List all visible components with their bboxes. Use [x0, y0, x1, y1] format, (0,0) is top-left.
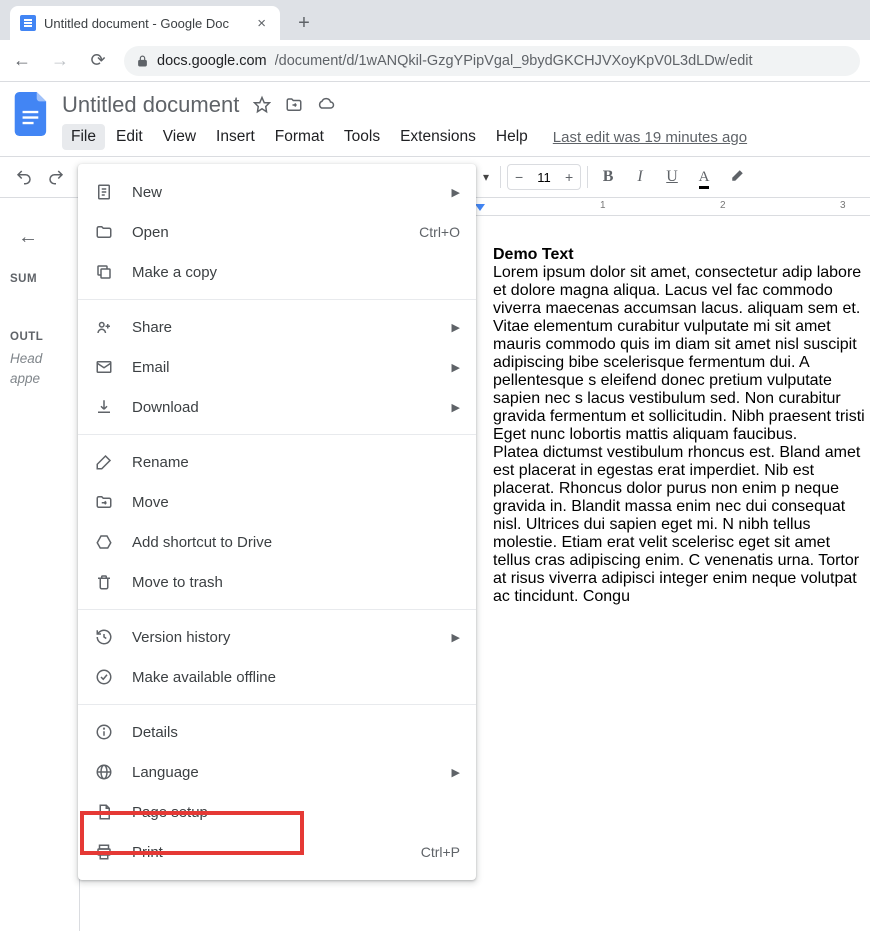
- address-bar: ← → ⟳ docs.google.com/document/d/1wANQki…: [0, 40, 870, 82]
- menu-file[interactable]: File: [62, 124, 105, 150]
- browser-tab[interactable]: Untitled document - Google Doc ×: [10, 6, 280, 40]
- nav-reload-icon[interactable]: ⟳: [86, 50, 110, 71]
- drive-shortcut-icon: [94, 532, 114, 552]
- trash-icon: [94, 572, 114, 592]
- outline-back-icon[interactable]: ←: [18, 226, 71, 249]
- menu-offline[interactable]: Make available offline: [78, 657, 476, 697]
- menu-trash[interactable]: Move to trash: [78, 562, 476, 602]
- new-tab-button[interactable]: +: [290, 9, 318, 37]
- menu-bar: File Edit View Insert Format Tools Exten…: [62, 120, 858, 156]
- menu-share[interactable]: Share ▶: [78, 307, 476, 347]
- menu-language[interactable]: Language ▶: [78, 752, 476, 792]
- globe-icon: [94, 762, 114, 782]
- italic-button[interactable]: I: [626, 163, 654, 191]
- nav-back-icon[interactable]: ←: [10, 50, 34, 71]
- move-icon: [94, 492, 114, 512]
- doc-title-input[interactable]: Untitled document: [62, 92, 239, 118]
- url-input[interactable]: docs.google.com/document/d/1wANQkil-GzgY…: [124, 46, 860, 76]
- menu-help[interactable]: Help: [487, 124, 537, 150]
- menu-view[interactable]: View: [154, 124, 205, 150]
- menu-tools[interactable]: Tools: [335, 124, 389, 150]
- email-icon: [94, 357, 114, 377]
- last-edit-link[interactable]: Last edit was 19 minutes ago: [553, 129, 747, 146]
- undo-button[interactable]: [10, 163, 38, 191]
- page-setup-icon: [94, 802, 114, 822]
- share-icon: [94, 317, 114, 337]
- submenu-arrow-icon: ▶: [452, 321, 460, 334]
- tab-close-icon[interactable]: ×: [253, 15, 270, 32]
- menu-page-setup[interactable]: Page setup: [78, 792, 476, 832]
- menu-new[interactable]: New ▶: [78, 172, 476, 212]
- copy-icon: [94, 262, 114, 282]
- browser-tab-strip: Untitled document - Google Doc × +: [0, 0, 870, 40]
- outline-panel: ← SUM OUTL Head appe: [0, 198, 80, 931]
- menu-edit[interactable]: Edit: [107, 124, 152, 150]
- summary-heading: SUM: [10, 273, 71, 285]
- menu-extensions[interactable]: Extensions: [391, 124, 485, 150]
- highlight-button[interactable]: [722, 163, 750, 191]
- offline-icon: [94, 667, 114, 687]
- cloud-status-icon[interactable]: [317, 96, 335, 114]
- submenu-arrow-icon: ▶: [452, 401, 460, 414]
- lock-icon: [136, 54, 149, 68]
- history-icon: [94, 627, 114, 647]
- url-domain: docs.google.com: [157, 53, 267, 69]
- menu-add-shortcut[interactable]: Add shortcut to Drive: [78, 522, 476, 562]
- doc-paragraph-2[interactable]: Platea dictumst vestibulum rhoncus est. …: [493, 444, 870, 606]
- docs-header: Untitled document File Edit View Insert …: [0, 82, 870, 156]
- move-folder-icon[interactable]: [285, 96, 303, 114]
- menu-move[interactable]: Move: [78, 482, 476, 522]
- new-doc-icon: [94, 182, 114, 202]
- url-path: /document/d/1wANQkil-GzgYPipVgal_9bydGKC…: [275, 53, 753, 69]
- menu-details[interactable]: Details: [78, 712, 476, 752]
- menu-download[interactable]: Download ▶: [78, 387, 476, 427]
- menu-insert[interactable]: Insert: [207, 124, 264, 150]
- underline-button[interactable]: U: [658, 163, 686, 191]
- menu-open[interactable]: Open Ctrl+O: [78, 212, 476, 252]
- font-size-input[interactable]: [530, 170, 558, 185]
- menu-format[interactable]: Format: [266, 124, 333, 150]
- menu-email[interactable]: Email ▶: [78, 347, 476, 387]
- outline-heading: OUTL: [10, 331, 71, 343]
- info-icon: [94, 722, 114, 742]
- font-size-stepper[interactable]: − +: [507, 164, 581, 190]
- submenu-arrow-icon: ▶: [452, 186, 460, 199]
- tab-title: Untitled document - Google Doc: [44, 16, 245, 31]
- font-size-increase[interactable]: +: [558, 169, 580, 185]
- nav-forward-icon[interactable]: →: [48, 50, 72, 71]
- doc-paragraph-1[interactable]: Lorem ipsum dolor sit amet, consectetur …: [493, 264, 870, 444]
- submenu-arrow-icon: ▶: [452, 766, 460, 779]
- outline-placeholder: Head appe: [10, 349, 69, 390]
- docs-favicon: [20, 15, 36, 31]
- download-icon: [94, 397, 114, 417]
- doc-heading[interactable]: Demo Text: [493, 246, 870, 264]
- star-icon[interactable]: [253, 96, 271, 114]
- bold-button[interactable]: B: [594, 163, 622, 191]
- rename-icon: [94, 452, 114, 472]
- font-family-dropdown[interactable]: ▾: [478, 166, 494, 188]
- menu-print[interactable]: Print Ctrl+P: [78, 832, 476, 872]
- redo-button[interactable]: [42, 163, 70, 191]
- submenu-arrow-icon: ▶: [452, 361, 460, 374]
- print-icon: [94, 842, 114, 862]
- menu-make-copy[interactable]: Make a copy: [78, 252, 476, 292]
- docs-logo-icon[interactable]: [12, 88, 52, 140]
- menu-rename[interactable]: Rename: [78, 442, 476, 482]
- folder-icon: [94, 222, 114, 242]
- font-size-decrease[interactable]: −: [508, 169, 530, 185]
- submenu-arrow-icon: ▶: [452, 631, 460, 644]
- text-color-button[interactable]: A: [690, 163, 718, 191]
- file-menu-dropdown: New ▶ Open Ctrl+O Make a copy Share ▶ Em…: [78, 164, 476, 880]
- menu-version-history[interactable]: Version history ▶: [78, 617, 476, 657]
